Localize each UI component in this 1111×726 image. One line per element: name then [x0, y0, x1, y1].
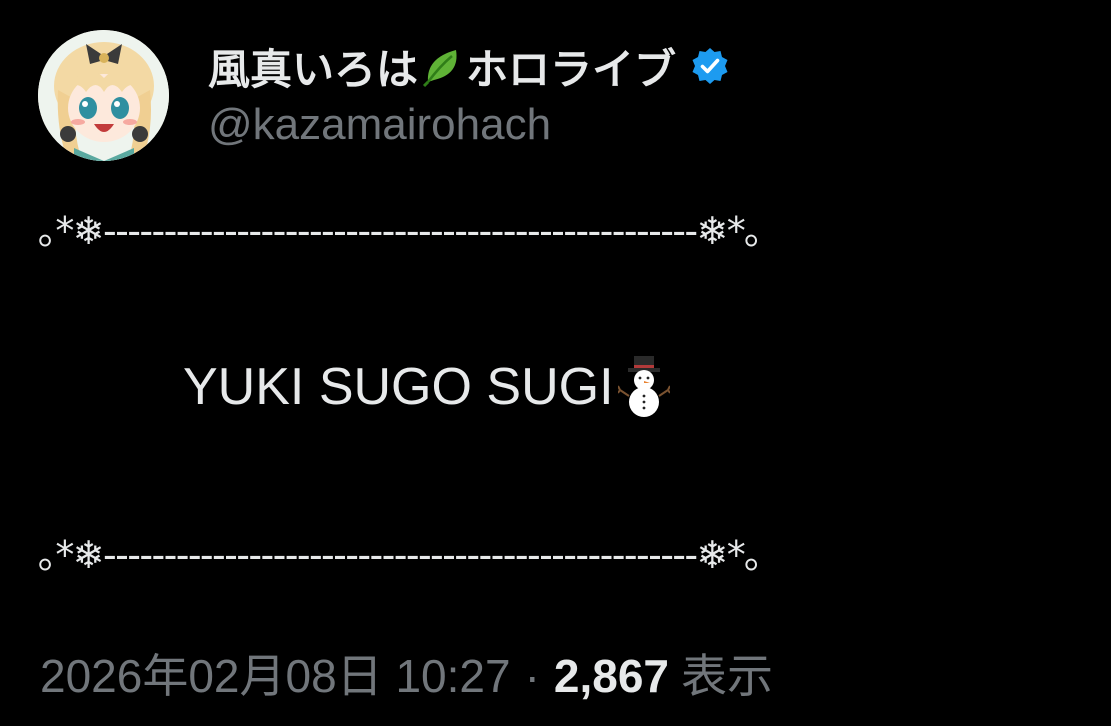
decoration-line-top: ｡*❄︎------------------------------------… [38, 209, 763, 253]
display-name-text: 風真いろは [208, 44, 419, 94]
tweet-body: YUKI SUGO SUGI [183, 356, 671, 418]
leaf-icon [420, 44, 464, 88]
tweet-body-text: YUKI SUGO SUGI [183, 358, 614, 416]
display-name-suffix: ホロライブ [466, 44, 677, 94]
tweet-meta: 2026年02月08日 10:27 · 2,867 表示 [40, 640, 773, 706]
snowman-icon [616, 356, 671, 418]
timestamp[interactable]: 2026年02月08日 10:27 [40, 640, 511, 706]
avatar-image [38, 30, 169, 161]
views-label: 表示 [681, 650, 774, 702]
decoration-line-bottom: ｡*❄︎------------------------------------… [38, 533, 763, 577]
views-count[interactable]: 2,867 [554, 649, 669, 703]
meta-separator: · [524, 650, 540, 702]
user-handle[interactable]: @kazamairohach [208, 100, 551, 150]
tweet: 風真いろは ホロライブ @kazamairohach ｡*❄︎---------… [0, 0, 1111, 726]
verified-badge-icon[interactable] [690, 46, 730, 86]
avatar[interactable] [38, 30, 169, 161]
display-name[interactable]: 風真いろは ホロライブ [208, 38, 730, 94]
